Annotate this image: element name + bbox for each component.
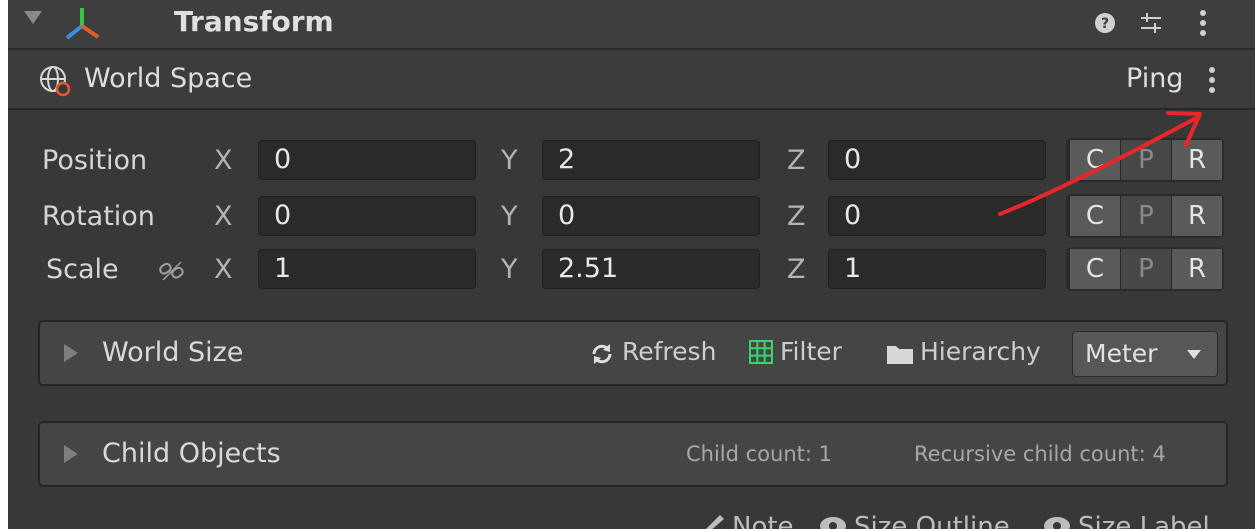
- scale-label: Scale: [46, 254, 119, 285]
- child-count-label: Child count: 1: [686, 442, 833, 466]
- size-outline-toggle[interactable]: Size Outline: [854, 512, 1010, 529]
- position-x-field[interactable]: 0: [258, 140, 476, 180]
- position-z-axis-label[interactable]: Z: [787, 145, 806, 176]
- size-label-toggle[interactable]: Size Label: [1078, 512, 1210, 529]
- scale-cpr-buttons: C P R: [1066, 247, 1224, 291]
- recursive-child-count-label: Recursive child count: 4: [914, 442, 1166, 466]
- component-title: Transform: [174, 5, 334, 38]
- kebab-menu-icon[interactable]: [1196, 9, 1210, 39]
- scale-x-field[interactable]: 1: [258, 249, 476, 289]
- note-toggle[interactable]: Note: [732, 512, 794, 529]
- refresh-icon[interactable]: [590, 342, 614, 366]
- pencil-icon[interactable]: [702, 512, 728, 529]
- paste-rotation-button[interactable]: P: [1121, 196, 1171, 236]
- copy-scale-button[interactable]: C: [1070, 249, 1120, 289]
- copy-rotation-button[interactable]: C: [1070, 196, 1120, 236]
- dropdown-arrow-icon: [1187, 350, 1201, 359]
- child-objects-label: Child Objects: [102, 438, 281, 469]
- help-circle-icon[interactable]: ?: [1094, 12, 1116, 34]
- eye-icon[interactable]: [818, 514, 848, 529]
- folder-icon[interactable]: [886, 343, 914, 365]
- eye-icon[interactable]: [1042, 514, 1072, 529]
- position-y-axis-label[interactable]: Y: [501, 145, 518, 176]
- child-objects-foldout[interactable]: Child Objects Child count: 1 Recursive c…: [38, 421, 1228, 487]
- ping-button[interactable]: Ping: [1126, 63, 1183, 94]
- position-x-axis-label[interactable]: X: [214, 145, 233, 176]
- world-space-label: World Space: [84, 63, 253, 94]
- position-y-field[interactable]: 2: [542, 140, 760, 180]
- world-space-bar: World Space Ping: [8, 50, 1255, 110]
- position-label: Position: [42, 145, 148, 176]
- unit-dropdown-value: Meter: [1085, 339, 1158, 368]
- world-size-label: World Size: [102, 337, 244, 368]
- scale-z-field[interactable]: 1: [828, 249, 1046, 289]
- grid-filter-icon[interactable]: [748, 339, 774, 365]
- scale-x-axis-label[interactable]: X: [214, 254, 233, 285]
- reset-scale-button[interactable]: R: [1172, 249, 1222, 289]
- foldout-arrow-icon[interactable]: [64, 445, 78, 463]
- unit-dropdown[interactable]: Meter: [1072, 331, 1218, 377]
- rotation-z-field[interactable]: 0: [828, 196, 1046, 236]
- hierarchy-button[interactable]: Hierarchy: [920, 337, 1041, 366]
- svg-text:?: ?: [1101, 16, 1109, 32]
- rotation-label: Rotation: [42, 201, 155, 232]
- rotation-cpr-buttons: C P R: [1066, 194, 1224, 238]
- scale-z-axis-label[interactable]: Z: [787, 254, 806, 285]
- transform-header[interactable]: Transform ?: [8, 0, 1255, 50]
- refresh-button[interactable]: Refresh: [622, 337, 716, 366]
- transform-axis-icon: [65, 8, 100, 40]
- position-z-field[interactable]: 0: [828, 140, 1046, 180]
- paste-scale-button[interactable]: P: [1121, 249, 1171, 289]
- reset-rotation-button[interactable]: R: [1172, 196, 1222, 236]
- filter-button[interactable]: Filter: [780, 337, 842, 366]
- rotation-x-field[interactable]: 0: [258, 196, 476, 236]
- world-size-foldout[interactable]: World Size Refresh Filter Hierarchy Mete…: [38, 320, 1228, 386]
- foldout-arrow-icon[interactable]: [64, 344, 78, 362]
- reset-position-button[interactable]: R: [1172, 140, 1222, 180]
- rotation-x-axis-label[interactable]: X: [214, 201, 233, 232]
- rotation-z-axis-label[interactable]: Z: [787, 201, 806, 232]
- foldout-arrow-icon[interactable]: [24, 11, 42, 24]
- scale-y-axis-label[interactable]: Y: [501, 254, 518, 285]
- rotation-y-field[interactable]: 0: [542, 196, 760, 236]
- copy-position-button[interactable]: C: [1070, 140, 1120, 180]
- rotation-y-axis-label[interactable]: Y: [501, 201, 518, 232]
- globe-icon[interactable]: [38, 64, 72, 98]
- unlinked-chain-icon[interactable]: [158, 259, 186, 283]
- paste-position-button[interactable]: P: [1121, 140, 1171, 180]
- sliders-icon[interactable]: [1138, 10, 1164, 36]
- kebab-menu-icon[interactable]: [1205, 66, 1219, 96]
- scale-y-field[interactable]: 2.51: [542, 249, 760, 289]
- inspector-panel: Transform ? World Space Ping Position X …: [8, 0, 1255, 529]
- position-cpr-buttons: C P R: [1066, 138, 1224, 182]
